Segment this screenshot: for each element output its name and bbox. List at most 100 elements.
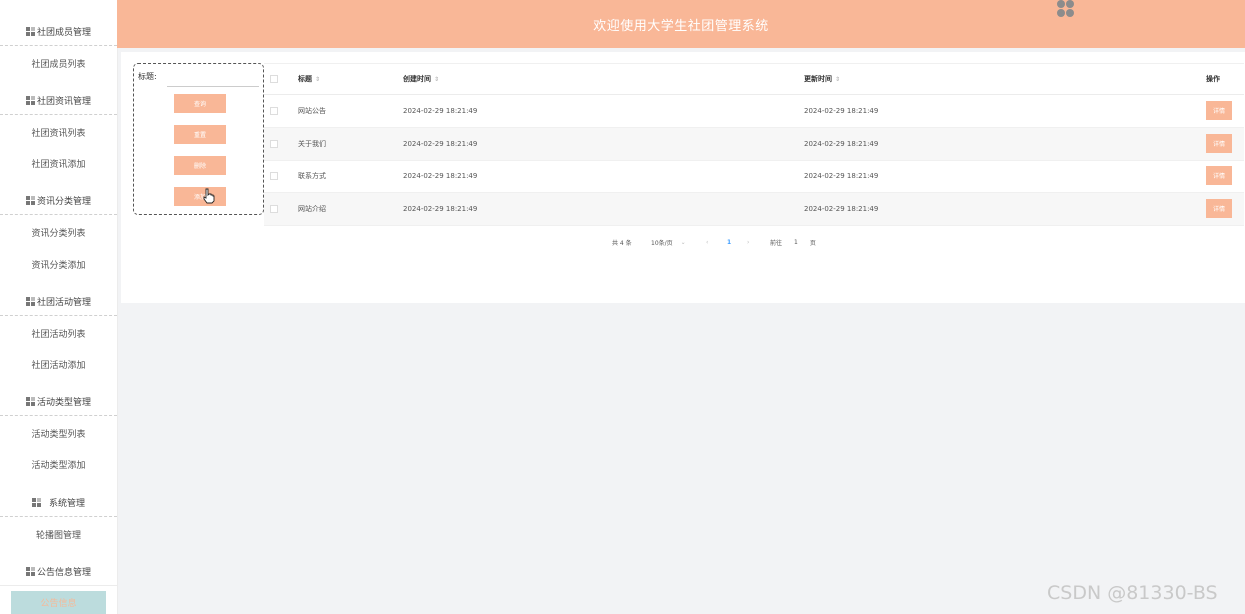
header-updated[interactable]: 更新时间 ⇕ — [804, 64, 840, 94]
cell-title: 网站公告 — [298, 107, 326, 115]
cell-created: 2024-02-29 18:21:49 — [403, 140, 478, 148]
sidebar-item-label: 资讯分类列表 — [31, 228, 86, 239]
folder-icon — [25, 296, 35, 306]
sidebar-item-label: 社团成员列表 — [31, 59, 86, 70]
prev-page-button[interactable]: ‹ — [706, 236, 708, 248]
delete-button[interactable]: 删除 — [174, 156, 226, 175]
goto-suffix: 页 — [809, 239, 816, 247]
sidebar-group-label: 活动类型管理 — [36, 397, 91, 408]
table-row: 关于我们 2024-02-29 18:21:49 2024-02-29 18:2… — [264, 128, 1244, 161]
search-panel: 标题: 查询 重置 删除 添加 — [133, 63, 264, 215]
table-header: 标题 ⇕ 创建时间 ⇕ 更新时间 ⇕ 操作 — [264, 63, 1244, 95]
sidebar-group-label: 资讯分类管理 — [36, 196, 91, 207]
table-row: 网站介绍 2024-02-29 18:21:49 2024-02-29 18:2… — [264, 193, 1244, 226]
sidebar-group-label: 社团资讯管理 — [36, 96, 91, 107]
sidebar-group-news-category[interactable]: 资讯分类管理 — [0, 186, 117, 215]
cell-updated: 2024-02-29 18:21:49 — [804, 140, 879, 148]
sidebar-group-label: 社团活动管理 — [36, 297, 91, 308]
page-number-current[interactable]: 1 — [727, 236, 731, 248]
sidebar-item-news-add[interactable]: 社团资讯添加 — [0, 149, 117, 177]
page-title: 欢迎使用大学生社团管理系统 — [593, 18, 769, 34]
sidebar-group-activity[interactable]: 社团活动管理 — [0, 287, 117, 316]
cell-created: 2024-02-29 18:21:49 — [403, 172, 478, 180]
cell-title: 网站介绍 — [298, 205, 326, 213]
reset-button[interactable]: 重置 — [174, 125, 226, 144]
sidebar-item-label: 社团活动添加 — [31, 360, 86, 371]
next-page-button[interactable]: › — [747, 236, 749, 248]
header-title-label: 标题 — [298, 75, 312, 83]
sidebar-item-activity-list[interactable]: 社团活动列表 — [0, 319, 117, 347]
goto-input[interactable]: 1 — [794, 239, 798, 246]
sidebar-group-label: 系统管理 — [48, 498, 85, 509]
sort-icon: ⇕ — [835, 75, 841, 83]
title-search-input[interactable] — [167, 68, 259, 87]
user-menu-icon[interactable] — [1057, 0, 1075, 18]
watermark: CSDN @81330-BS — [1047, 582, 1218, 604]
sidebar-group-member[interactable]: 社团成员管理 — [0, 17, 117, 46]
query-button[interactable]: 查询 — [174, 94, 226, 113]
page-size-select[interactable]: 10条/页 ⌄ — [651, 236, 686, 248]
search-label: 标题: — [138, 72, 157, 81]
header-ops-label: 操作 — [1206, 75, 1220, 83]
sidebar: 社团成员管理 社团成员列表 社团资讯管理 社团资讯列表 社团资讯添加 资讯分类管… — [0, 0, 118, 614]
top-header: 欢迎使用大学生社团管理系统 — [117, 0, 1245, 48]
sidebar-item-category-add[interactable]: 资讯分类添加 — [0, 250, 117, 278]
sidebar-item-notice-active[interactable]: 公告信息 — [11, 591, 106, 614]
sidebar-group-notice[interactable]: 公告信息管理 — [0, 557, 117, 586]
page-size-value: 10条/页 — [651, 239, 673, 247]
cell-updated: 2024-02-29 18:21:49 — [804, 205, 879, 213]
sidebar-item-news-list[interactable]: 社团资讯列表 — [0, 118, 117, 146]
sidebar-item-label: 活动类型添加 — [31, 460, 86, 471]
select-all-checkbox[interactable] — [270, 64, 278, 94]
cell-created: 2024-02-29 18:21:49 — [403, 205, 478, 213]
sidebar-item-activity-add[interactable]: 社团活动添加 — [0, 350, 117, 378]
sidebar-group-activity-type[interactable]: 活动类型管理 — [0, 387, 117, 416]
page-number-label: 1 — [727, 238, 732, 246]
header-ops: 操作 — [1206, 64, 1220, 94]
pagination: 共 4 条 — [612, 236, 632, 248]
cell-title: 关于我们 — [298, 140, 326, 148]
goto-prefix: 前往 — [770, 239, 783, 247]
sort-icon: ⇕ — [315, 75, 321, 83]
chevron-down-icon: ⌄ — [680, 238, 686, 246]
add-button[interactable]: 添加 — [174, 187, 226, 206]
sidebar-item-type-list[interactable]: 活动类型列表 — [0, 419, 117, 447]
folder-icon — [25, 95, 35, 105]
sidebar-item-member-list[interactable]: 社团成员列表 — [0, 49, 117, 77]
row-checkbox[interactable] — [270, 95, 278, 127]
sidebar-item-label: 社团资讯添加 — [31, 159, 86, 170]
detail-button[interactable]: 详情 — [1206, 134, 1232, 153]
sidebar-group-system[interactable]: 系统管理 — [0, 488, 117, 517]
sidebar-item-carousel[interactable]: 轮播图管理 — [0, 520, 117, 548]
sidebar-group-news[interactable]: 社团资讯管理 — [0, 86, 117, 115]
sidebar-group-label: 公告信息管理 — [36, 567, 91, 578]
goto-page: 前往 1 页 — [770, 236, 816, 248]
chevron-right-icon: › — [747, 238, 750, 246]
header-created-label: 创建时间 — [403, 75, 431, 83]
row-checkbox[interactable] — [270, 193, 278, 225]
folder-icon — [25, 26, 35, 36]
cell-updated: 2024-02-29 18:21:49 — [804, 172, 879, 180]
table-row: 网站公告 2024-02-29 18:21:49 2024-02-29 18:2… — [264, 95, 1244, 128]
folder-icon — [31, 497, 41, 507]
cell-created: 2024-02-29 18:21:49 — [403, 107, 478, 115]
sidebar-item-label: 公告信息 — [40, 599, 77, 609]
sidebar-item-label: 轮播图管理 — [35, 530, 81, 541]
header-title[interactable]: 标题 ⇕ — [298, 64, 320, 94]
sidebar-item-category-list[interactable]: 资讯分类列表 — [0, 218, 117, 246]
sidebar-item-type-add[interactable]: 活动类型添加 — [0, 450, 117, 478]
sidebar-item-label: 活动类型列表 — [31, 429, 86, 440]
pagination-total: 共 4 条 — [612, 239, 632, 247]
sidebar-group-label: 社团成员管理 — [36, 27, 91, 38]
detail-button[interactable]: 详情 — [1206, 199, 1232, 218]
cell-updated: 2024-02-29 18:21:49 — [804, 107, 879, 115]
detail-button[interactable]: 详情 — [1206, 166, 1232, 185]
row-checkbox[interactable] — [270, 128, 278, 160]
header-created[interactable]: 创建时间 ⇕ — [403, 64, 439, 94]
sidebar-item-label: 社团资讯列表 — [31, 128, 86, 139]
cell-title: 联系方式 — [298, 172, 326, 180]
folder-icon — [25, 396, 35, 406]
detail-button[interactable]: 详情 — [1206, 101, 1232, 120]
row-checkbox[interactable] — [270, 160, 278, 192]
hand-cursor-icon — [203, 188, 215, 204]
